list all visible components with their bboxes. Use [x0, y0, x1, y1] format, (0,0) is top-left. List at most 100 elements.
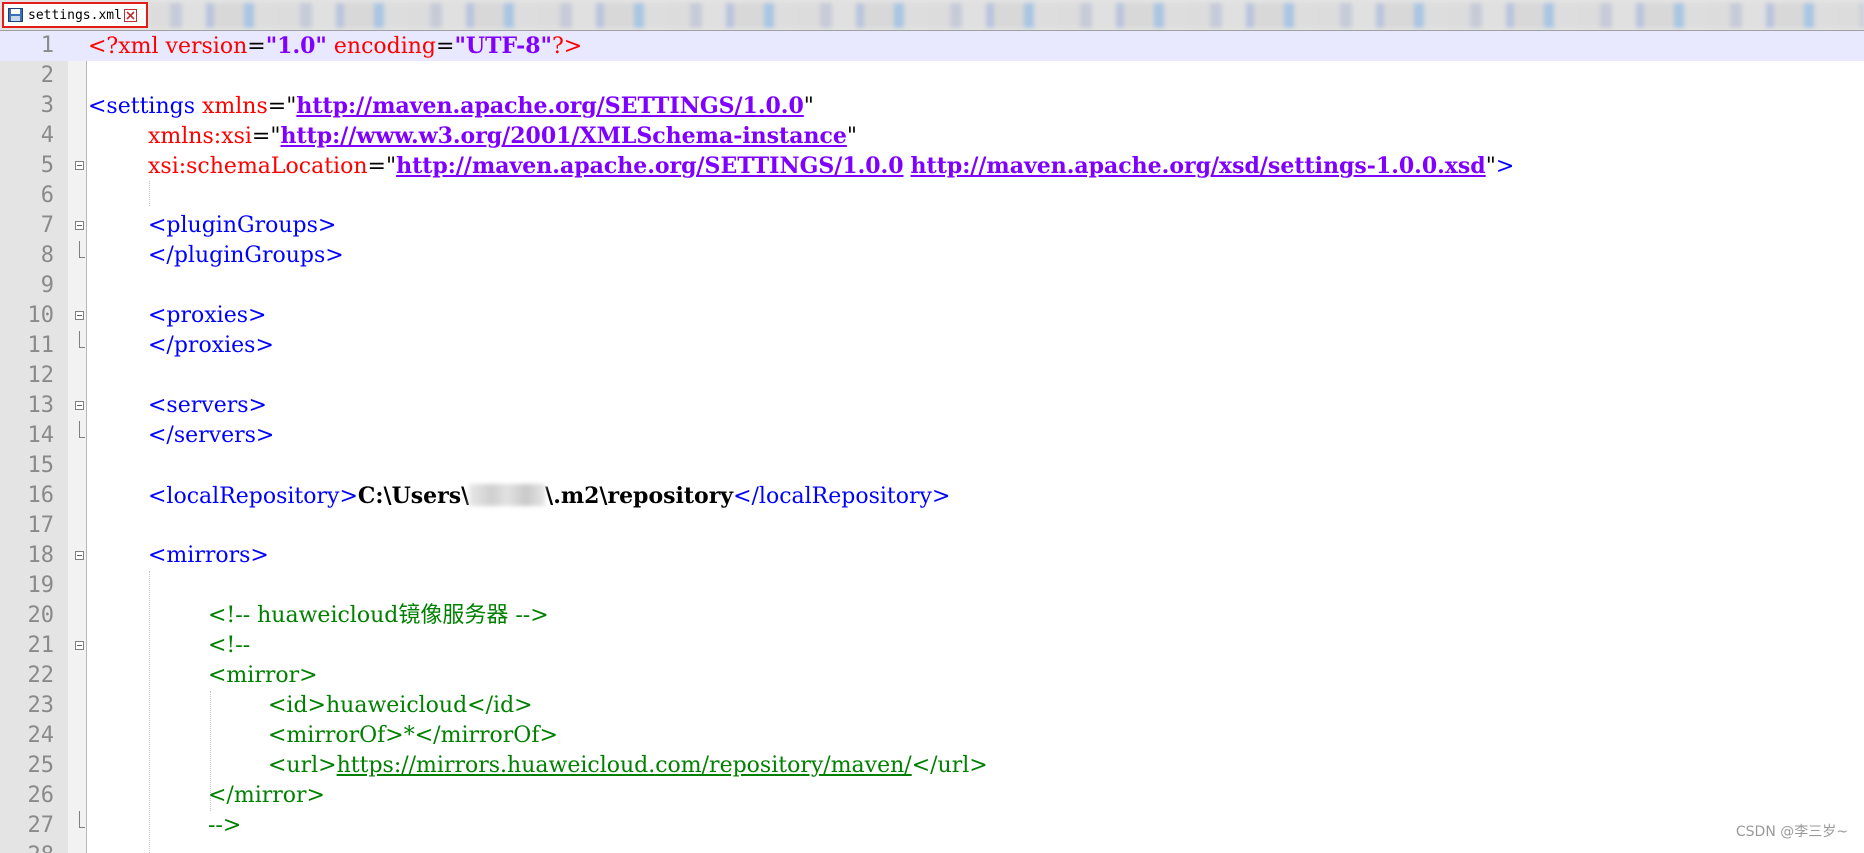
code-line[interactable]: 26 </mirror> — [0, 781, 1864, 811]
fold-toggle[interactable] — [75, 401, 84, 410]
fold-end-marker — [79, 241, 85, 258]
code-text: xmlns:xsi="http://www.w3.org/2001/XMLSch… — [148, 123, 857, 149]
code-comment: <!-- huaweicloud镜像服务器 --> — [208, 603, 549, 628]
code-line[interactable]: 7 <pluginGroups> — [0, 211, 1864, 241]
code-line[interactable]: 8 </pluginGroups> — [0, 241, 1864, 271]
tab-settings-xml[interactable]: settings.xml — [2, 2, 148, 28]
code-line[interactable]: 22 <mirror> — [0, 661, 1864, 691]
namespace-link[interactable]: http://maven.apache.org/SETTINGS/1.0.0 — [296, 93, 803, 119]
line-number: 15 — [27, 453, 55, 478]
line-number: 18 — [27, 543, 55, 568]
close-icon[interactable] — [123, 8, 137, 22]
line-number: 6 — [40, 183, 54, 208]
line-number: 24 — [27, 723, 55, 748]
tab-bar: settings.xml — [0, 0, 1864, 31]
code-text: <settings xmlns="http://maven.apache.org… — [88, 93, 814, 119]
line-number: 23 — [27, 693, 55, 718]
line-number: 21 — [27, 633, 55, 658]
code-text: <localRepository>C:\Users\ \.m2\repositor… — [148, 483, 951, 509]
code-comment: <mirrorOf>*</mirrorOf> — [268, 723, 558, 748]
line-number: 12 — [27, 363, 55, 388]
line-number: 1 — [40, 33, 54, 58]
code-comment: </mirror> — [208, 783, 325, 808]
code-comment: <url>https://mirrors.huaweicloud.com/rep… — [268, 753, 988, 778]
code-line[interactable]: 17 — [0, 511, 1864, 541]
fold-toggle[interactable] — [75, 221, 84, 230]
watermark: CSDN @李三岁~ — [1735, 824, 1848, 840]
code-line[interactable]: 6 — [0, 181, 1864, 211]
code-line[interactable]: 9 — [0, 271, 1864, 301]
code-line[interactable]: 12 — [0, 361, 1864, 391]
code-text: </proxies> — [148, 333, 274, 358]
line-number: 13 — [27, 393, 55, 418]
code-line[interactable]: 3 <settings xmlns="http://maven.apache.o… — [0, 91, 1864, 121]
code-comment: <id>huaweicloud</id> — [268, 693, 533, 718]
line-number: 9 — [40, 273, 54, 298]
code-comment: --> — [208, 813, 242, 838]
line-number: 8 — [40, 243, 54, 268]
code-line[interactable]: 16 <localRepository>C:\Users\ \.m2\reposi… — [0, 481, 1864, 511]
code-text: <pluginGroups> — [148, 213, 337, 238]
fold-toggle[interactable] — [75, 161, 84, 170]
line-number: 19 — [27, 573, 55, 598]
code-line[interactable]: 13 <servers> — [0, 391, 1864, 421]
mirror-url-link[interactable]: https://mirrors.huaweicloud.com/reposito… — [337, 753, 912, 778]
line-number: 17 — [27, 513, 55, 538]
line-number: 20 — [27, 603, 55, 628]
code-line[interactable]: 28 — [0, 841, 1864, 853]
code-editor[interactable]: 1 <?xml version="1.0" encoding="UTF-8"?>… — [0, 31, 1864, 853]
line-number: 10 — [27, 303, 55, 328]
code-line[interactable]: 11 </proxies> — [0, 331, 1864, 361]
line-number: 22 — [27, 663, 55, 688]
code-text: xsi:schemaLocation="http://maven.apache.… — [148, 153, 1515, 179]
schema-xsd-link[interactable]: http://maven.apache.org/xsd/settings-1.0… — [911, 153, 1486, 179]
code-line[interactable]: 18 <mirrors> — [0, 541, 1864, 571]
code-line[interactable]: 25 <url>https://mirrors.huaweicloud.com/… — [0, 751, 1864, 781]
line-number: 5 — [40, 153, 54, 178]
fold-end-marker — [79, 421, 85, 438]
redacted-username — [469, 484, 546, 506]
line-number: 27 — [27, 813, 55, 838]
tab-label: settings.xml — [28, 7, 122, 23]
code-line[interactable]: 10 <proxies> — [0, 301, 1864, 331]
code-line[interactable]: 14 </servers> — [0, 421, 1864, 451]
code-line[interactable]: 19 — [0, 571, 1864, 601]
code-line[interactable]: 1 <?xml version="1.0" encoding="UTF-8"?> — [0, 31, 1864, 61]
code-line[interactable]: 24 <mirrorOf>*</mirrorOf> — [0, 721, 1864, 751]
code-line[interactable]: 23 <id>huaweicloud</id> — [0, 691, 1864, 721]
blurred-tabs — [148, 3, 1864, 28]
code-line[interactable]: 4 xmlns:xsi="http://www.w3.org/2001/XMLS… — [0, 121, 1864, 151]
line-number: 26 — [27, 783, 55, 808]
fold-toggle[interactable] — [75, 311, 84, 320]
code-text: <servers> — [148, 393, 267, 418]
code-line[interactable]: 21 <!-- — [0, 631, 1864, 661]
code-text: <mirrors> — [148, 543, 269, 568]
code-text: </pluginGroups> — [148, 243, 344, 268]
code-comment: <mirror> — [208, 663, 318, 688]
xsi-link[interactable]: http://www.w3.org/2001/XMLSchema-instanc… — [280, 123, 846, 149]
code-comment: <!-- — [208, 633, 251, 658]
code-line[interactable]: 15 — [0, 451, 1864, 481]
line-number: 11 — [27, 333, 55, 358]
fold-end-marker — [79, 331, 85, 348]
code-line[interactable]: 2 — [0, 61, 1864, 91]
line-number: 28 — [0, 841, 55, 853]
code-line[interactable]: 20 <!-- huaweicloud镜像服务器 --> — [0, 601, 1864, 631]
line-number: 7 — [40, 213, 54, 238]
fold-end-marker — [79, 811, 85, 828]
code-text: <proxies> — [148, 303, 267, 328]
line-number: 2 — [40, 63, 54, 88]
schema-link[interactable]: http://maven.apache.org/SETTINGS/1.0.0 — [396, 153, 903, 179]
fold-toggle[interactable] — [75, 641, 84, 650]
line-number: 25 — [27, 753, 55, 778]
fold-toggle[interactable] — [75, 551, 84, 560]
line-number: 16 — [27, 483, 55, 508]
code-line[interactable]: 5 xsi:schemaLocation="http://maven.apach… — [0, 151, 1864, 181]
code-line[interactable]: 27 --> — [0, 811, 1864, 841]
line-number: 4 — [40, 123, 54, 148]
code-text: <?xml version="1.0" encoding="UTF-8"?> — [88, 33, 583, 59]
line-number: 14 — [27, 423, 55, 448]
floppy-disk-icon — [8, 8, 23, 22]
code-text: </servers> — [148, 423, 275, 448]
line-number: 3 — [40, 93, 54, 118]
